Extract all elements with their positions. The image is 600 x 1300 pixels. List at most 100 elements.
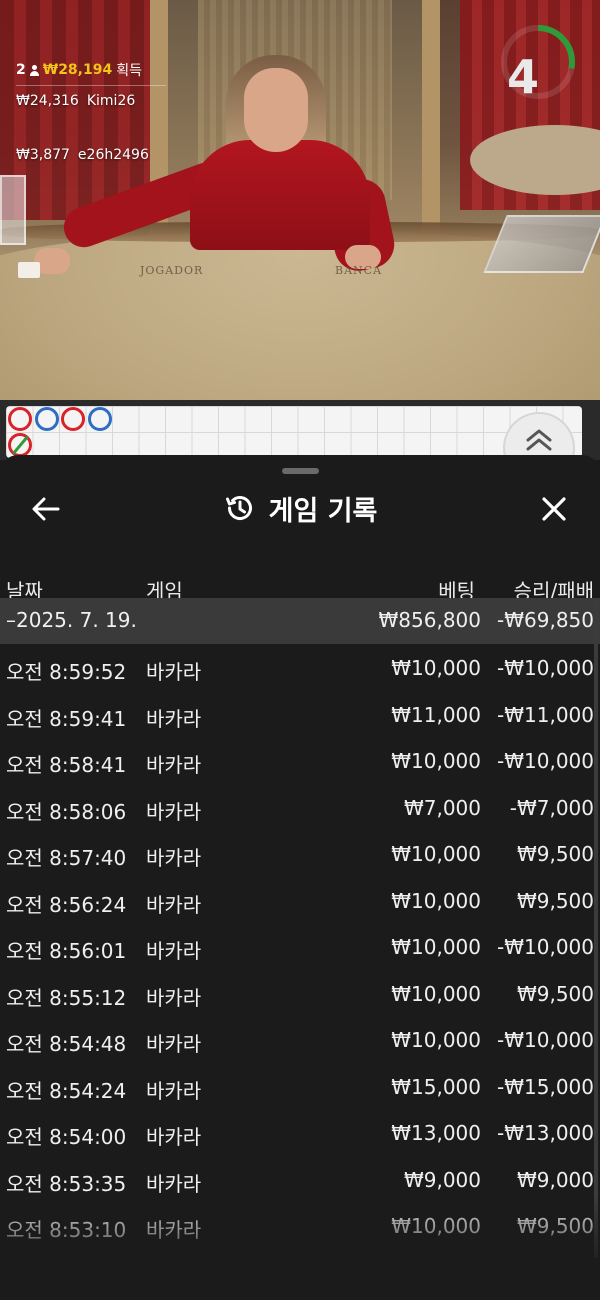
row-game: 바카라 bbox=[146, 1032, 202, 1056]
scrollbar[interactable] bbox=[594, 598, 598, 1258]
sheet-grabber[interactable] bbox=[282, 468, 319, 474]
road-bead bbox=[8, 433, 32, 457]
winners-count: 2 bbox=[16, 62, 26, 78]
row-result: -₩10,000 bbox=[497, 1028, 594, 1052]
row-result: ₩9,500 bbox=[516, 1214, 594, 1238]
row-bet: ₩11,000 bbox=[391, 702, 481, 727]
row-bet: ₩9,000 bbox=[403, 1167, 481, 1192]
person-icon bbox=[29, 64, 39, 76]
row-time: 오전 8:58:06 bbox=[6, 799, 127, 824]
row-bet: ₩10,000 bbox=[391, 1028, 481, 1052]
sheet-header: 게임 기록 bbox=[0, 485, 600, 531]
row-result: ₩9,500 bbox=[516, 981, 594, 1006]
table-label-banker: BANCA bbox=[335, 264, 383, 277]
row-time: 오전 8:56:24 bbox=[6, 892, 127, 917]
winners-panel: 2 ₩28,194 획득 ₩24,316 Kimi26 ₩3,877 e26h2… bbox=[16, 60, 166, 193]
table-row[interactable]: 오전 8:59:52 바카라 ₩10,000 -₩10,000 bbox=[0, 644, 600, 691]
row-bet: ₩10,000 bbox=[391, 935, 481, 959]
row-result: -₩10,000 bbox=[497, 656, 594, 680]
row-bet: ₩10,000 bbox=[391, 656, 481, 680]
row-game: 바카라 bbox=[146, 846, 202, 870]
history-table[interactable]: –2025. 7. 19. ₩856,800 -₩69,850 오전 8:59:… bbox=[0, 598, 600, 1249]
winner-entry: ₩24,316 Kimi26 bbox=[16, 93, 166, 140]
row-game: 바카라 bbox=[146, 1078, 202, 1103]
winners-total: ₩28,194 bbox=[42, 62, 113, 78]
row-bet: ₩10,000 bbox=[391, 842, 481, 866]
table-row[interactable]: 오전 8:56:01 바카라 ₩10,000 -₩10,000 bbox=[0, 923, 600, 970]
road-bead bbox=[34, 407, 59, 431]
table-label-player: JOGADOR bbox=[140, 264, 204, 277]
table-row[interactable]: 오전 8:58:06 바카라 ₩7,000 -₩7,000 bbox=[0, 784, 600, 831]
row-game: 바카라 bbox=[146, 1218, 202, 1242]
winners-total-suffix: 획득 bbox=[116, 63, 142, 79]
row-result: -₩10,000 bbox=[497, 749, 594, 773]
row-result: -₩11,000 bbox=[497, 702, 594, 727]
table-row[interactable]: 오전 8:58:41 바카라 ₩10,000 -₩10,000 bbox=[0, 737, 600, 784]
row-time: 오전 8:57:40 bbox=[6, 846, 127, 870]
winner-name: Kimi26 bbox=[86, 93, 136, 109]
date-group-result-total: -₩69,850 bbox=[497, 608, 594, 632]
dealer-body bbox=[190, 140, 370, 250]
row-time: 오전 8:53:10 bbox=[6, 1218, 127, 1242]
countdown-value: 4 bbox=[506, 50, 539, 104]
row-bet: ₩10,000 bbox=[391, 981, 481, 1006]
row-time: 오전 8:59:41 bbox=[6, 706, 127, 731]
countdown-timer: 4 bbox=[500, 22, 580, 104]
winner-amount: ₩3,877 bbox=[16, 146, 70, 163]
winner-amount: ₩24,316 bbox=[16, 93, 79, 109]
close-icon bbox=[542, 497, 566, 521]
row-result: -₩15,000 bbox=[497, 1074, 594, 1099]
row-bet: ₩15,000 bbox=[391, 1074, 481, 1099]
row-time: 오전 8:54:24 bbox=[6, 1078, 127, 1103]
row-result: -₩7,000 bbox=[509, 795, 594, 820]
bead-road[interactable] bbox=[0, 400, 600, 482]
row-time: 오전 8:53:35 bbox=[6, 1171, 127, 1196]
sheet-title: 게임 기록 bbox=[268, 495, 378, 527]
row-game: 바카라 bbox=[146, 892, 202, 917]
date-group-label: –2025. 7. 19. bbox=[6, 608, 137, 632]
winners-summary: 2 ₩28,194 획득 bbox=[16, 60, 166, 86]
table-row[interactable]: 오전 8:57:40 바카라 ₩10,000 ₩9,500 bbox=[0, 830, 600, 877]
row-time: 오전 8:54:00 bbox=[6, 1125, 127, 1149]
table-row[interactable]: 오전 8:59:41 바카라 ₩11,000 -₩11,000 bbox=[0, 691, 600, 738]
row-time: 오전 8:55:12 bbox=[6, 985, 127, 1010]
table-row[interactable]: 오전 8:53:10 바카라 ₩10,000 ₩9,500 bbox=[0, 1202, 600, 1249]
chevron-up-icon bbox=[526, 429, 552, 451]
road-bead bbox=[8, 407, 32, 431]
row-time: 오전 8:56:01 bbox=[6, 939, 127, 963]
game-history-sheet: 게임 기록 날짜 게임 베팅 승리/패배 –2025. 7. 19. ₩856,… bbox=[0, 455, 600, 1300]
winner-name: e26h2496 bbox=[77, 146, 149, 163]
live-video: JOGADOR BANCA 2 ₩28,194 획득 ₩24,316 Kimi2… bbox=[0, 0, 600, 400]
row-time: 오전 8:58:41 bbox=[6, 753, 127, 777]
row-result: -₩13,000 bbox=[497, 1121, 594, 1145]
back-button[interactable] bbox=[24, 487, 68, 531]
row-bet: ₩10,000 bbox=[391, 749, 481, 773]
table-row[interactable]: 오전 8:56:24 바카라 ₩10,000 ₩9,500 bbox=[0, 877, 600, 924]
history-icon bbox=[225, 496, 252, 521]
close-button[interactable] bbox=[532, 487, 576, 531]
row-game: 바카라 bbox=[146, 753, 202, 777]
row-result: -₩10,000 bbox=[497, 935, 594, 959]
row-bet: ₩7,000 bbox=[403, 795, 481, 820]
road-bead bbox=[61, 407, 85, 431]
dealer-face bbox=[244, 68, 308, 152]
row-game: 바카라 bbox=[146, 660, 202, 684]
row-game: 바카라 bbox=[146, 799, 202, 824]
row-game: 바카라 bbox=[146, 985, 202, 1010]
row-result: ₩9,000 bbox=[516, 1167, 594, 1192]
table-row[interactable]: 오전 8:54:48 바카라 ₩10,000 -₩10,000 bbox=[0, 1016, 600, 1063]
row-bet: ₩13,000 bbox=[391, 1121, 481, 1145]
row-time: 오전 8:59:52 bbox=[6, 660, 127, 684]
date-group-row[interactable]: –2025. 7. 19. ₩856,800 -₩69,850 bbox=[0, 598, 600, 644]
table-row[interactable]: 오전 8:55:12 바카라 ₩10,000 ₩9,500 bbox=[0, 970, 600, 1017]
row-result: ₩9,500 bbox=[516, 842, 594, 866]
road-grid bbox=[6, 406, 582, 458]
table-row[interactable]: 오전 8:54:00 바카라 ₩13,000 -₩13,000 bbox=[0, 1109, 600, 1156]
table-row[interactable]: 오전 8:53:35 바카라 ₩9,000 ₩9,000 bbox=[0, 1156, 600, 1203]
row-game: 바카라 bbox=[146, 1171, 202, 1196]
date-group-bet-total: ₩856,800 bbox=[378, 608, 481, 632]
winner-entry: ₩3,877 e26h2496 bbox=[16, 147, 166, 194]
row-bet: ₩10,000 bbox=[391, 888, 481, 913]
table-row[interactable]: 오전 8:54:24 바카라 ₩15,000 -₩15,000 bbox=[0, 1063, 600, 1110]
row-game: 바카라 bbox=[146, 1125, 202, 1149]
